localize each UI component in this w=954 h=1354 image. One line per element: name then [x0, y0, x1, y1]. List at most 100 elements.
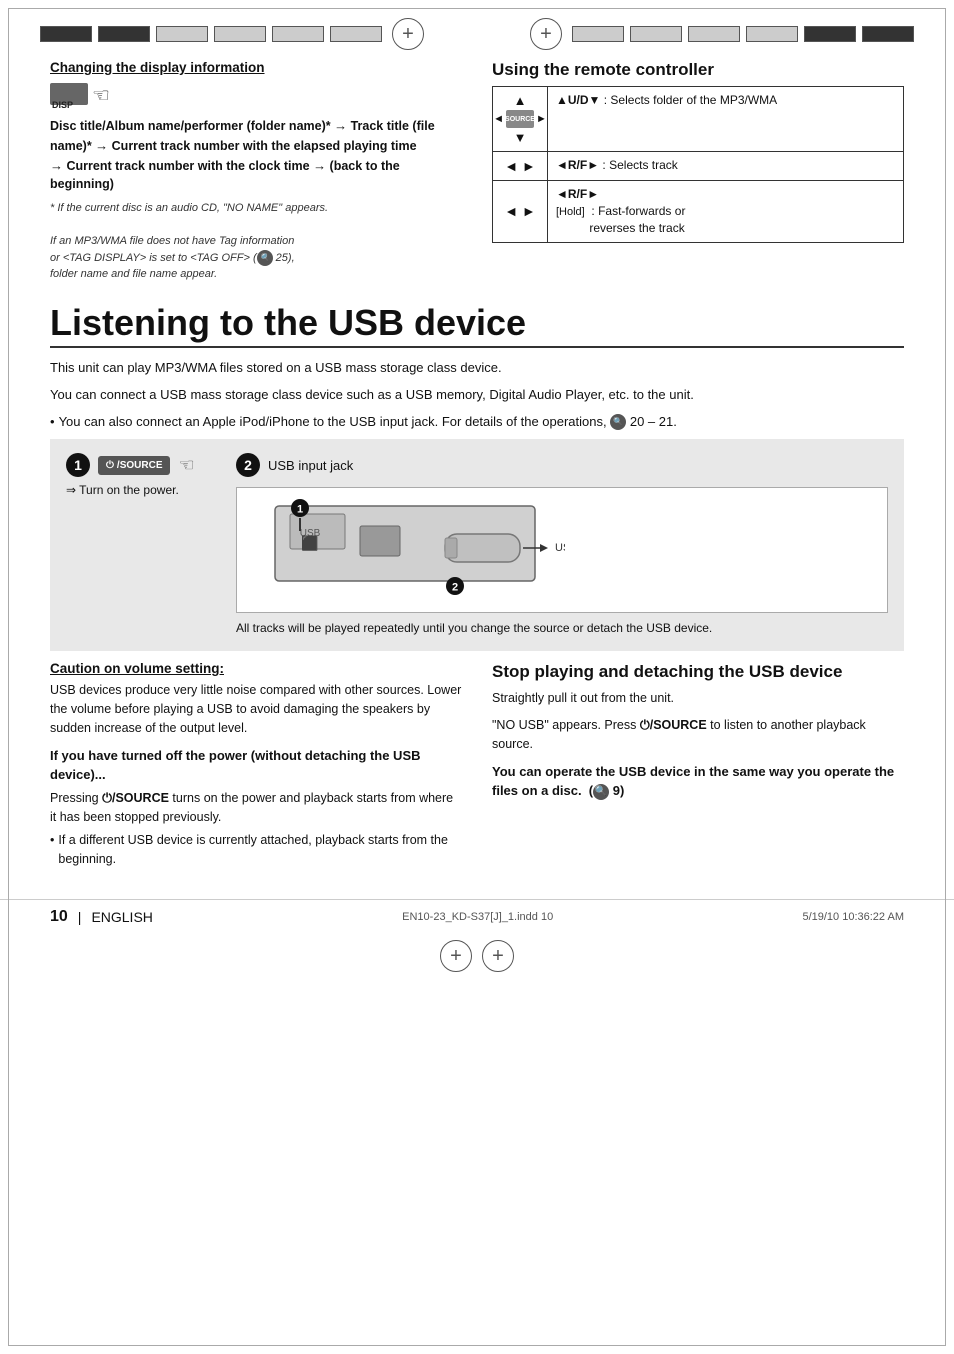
remote-row-rf2: ◄ ► ◄R/F► [Hold] : Fast-forwards or reve…	[493, 181, 903, 242]
stop-text-2: "NO USB" appears. Press ⏻/SOURCE to list…	[492, 716, 904, 754]
page-number: 10	[50, 908, 68, 926]
mark-box-1	[40, 26, 92, 42]
mark-box-3	[156, 26, 208, 42]
rc-lr-icon: ◄ ►	[504, 158, 536, 174]
left-column: Changing the display information DISP ☜ …	[50, 60, 462, 283]
sub-heading-power-off: If you have turned off the power (withou…	[50, 747, 462, 783]
page-num-area: 10 | ENGLISH	[50, 908, 153, 926]
remote-title: Using the remote controller	[492, 60, 904, 80]
remote-desc-ud: ▲U/D▼ : Selects folder of the MP3/WMA	[548, 87, 903, 151]
step2-circle: 2	[236, 453, 260, 477]
steps-area: 1 ⏻ /SOURCE ☜ ⇒ Turn on the power. 2 USB…	[50, 439, 904, 651]
usb-section-title: Listening to the USB device	[50, 303, 904, 349]
intro-text-2: You can connect a USB mass storage class…	[50, 385, 904, 406]
footer-date: 5/19/10 10:36:22 AM	[802, 911, 904, 923]
usb-input-jack-label: USB input jack	[268, 458, 353, 473]
stop-playing-title: Stop playing and detaching the USB devic…	[492, 661, 904, 683]
mark-box-8	[630, 26, 682, 42]
svg-text:1: 1	[297, 504, 303, 516]
crosshair-right	[530, 18, 562, 50]
intro-text-1: This unit can play MP3/WMA files stored …	[50, 358, 904, 379]
top-marks	[0, 0, 954, 50]
step2-header: 2 USB input jack	[236, 453, 888, 477]
step2-note: All tracks will be played repeatedly unt…	[236, 619, 888, 637]
bullet-dot-2: •	[50, 831, 54, 869]
footer-file-ref: EN10-23_KD-S37[J]_1.indd 10	[402, 911, 553, 923]
usb-diagram: USB ⬛ 1 2	[236, 487, 888, 613]
bullet-different-usb: • If a different USB device is currently…	[50, 831, 462, 869]
bullet-ref: 20 – 21.	[630, 414, 677, 429]
bold-note: You can operate the USB device in the sa…	[492, 762, 904, 801]
intro-bullet: • You can also connect an Apple iPod/iPh…	[50, 412, 904, 432]
rc-source-btn: SOURCE	[506, 110, 534, 128]
body-text-power: Pressing ⏻/SOURCE turns on the power and…	[50, 789, 462, 827]
step-2: 2 USB input jack USB ⬛ 1	[236, 453, 888, 637]
mark-box-7	[572, 26, 624, 42]
source-label: /SOURCE	[117, 460, 163, 471]
rc-ud-diagram: ▲ ◄ SOURCE ► ▼	[493, 93, 547, 145]
remote-row-rf1: ◄ ► ◄R/F► : Selects track	[493, 152, 903, 181]
remote-desc-rf2: ◄R/F► [Hold] : Fast-forwards or reverses…	[548, 181, 903, 242]
rc-up-arrow: ▲	[514, 93, 527, 108]
search-ref-3-icon: 🔍	[593, 784, 609, 800]
disp-icon-area: DISP ☜	[50, 83, 110, 108]
mark-box-4	[214, 26, 266, 42]
disp-label: DISP	[52, 100, 73, 110]
search-ref-icon: 🔍	[257, 250, 273, 266]
caution-title: Caution on volume setting:	[50, 661, 462, 676]
remote-table: ▲ ◄ SOURCE ► ▼ ▲U/D▼ : Selects folder of…	[492, 86, 904, 243]
mark-box-5	[272, 26, 324, 42]
mark-right	[572, 26, 914, 42]
mark-box-9	[688, 26, 740, 42]
bottom-marks	[0, 934, 954, 978]
bottom-left: Caution on volume setting: USB devices p…	[50, 661, 462, 869]
stop-text-1: Straightly pull it out from the unit.	[492, 689, 904, 708]
hand-pointer-icon: ☜	[92, 83, 110, 108]
step1-circle: 1	[66, 453, 90, 477]
mark-left	[40, 26, 382, 42]
section-title-display: Changing the display information	[50, 60, 462, 75]
rc-middle: ◄ SOURCE ►	[493, 110, 547, 128]
caution-text: USB devices produce very little noise co…	[50, 681, 462, 737]
bullet-text-2: If a different USB device is currently a…	[58, 831, 462, 869]
mark-box-12	[862, 26, 914, 42]
right-column: Using the remote controller ▲ ◄ SOURCE ►…	[492, 60, 904, 283]
mark-box-10	[746, 26, 798, 42]
remote-icon-rf2: ◄ ►	[493, 181, 548, 242]
step-1: 1 ⏻ /SOURCE ☜ ⇒ Turn on the power.	[66, 453, 216, 497]
source-button-big: ⏻ /SOURCE	[98, 456, 170, 475]
footer: 10 | ENGLISH EN10-23_KD-S37[J]_1.indd 10…	[0, 899, 954, 934]
search-ref-2-icon: 🔍	[610, 414, 626, 430]
remote-row-ud: ▲ ◄ SOURCE ► ▼ ▲U/D▼ : Selects folder of…	[493, 87, 903, 152]
svg-text:USB memory: USB memory	[555, 542, 565, 554]
power-icon: ⏻	[106, 460, 114, 471]
bullet-dot: •	[50, 412, 55, 432]
remote-icon-ud: ▲ ◄ SOURCE ► ▼	[493, 87, 548, 151]
rc-lr-hold-icon: ◄ ►	[504, 203, 536, 219]
bottom-right: Stop playing and detaching the USB devic…	[492, 661, 904, 869]
crosshair-left	[392, 18, 424, 50]
display-flow-text: Disc title/Album name/performer (folder …	[50, 116, 462, 194]
hand-icon-step1: ☜	[178, 455, 194, 476]
svg-text:⬛: ⬛	[301, 535, 318, 552]
top-section: Changing the display information DISP ☜ …	[50, 60, 904, 283]
rc-down-arrow: ▼	[514, 130, 527, 145]
bottom-section: Caution on volume setting: USB devices p…	[50, 661, 904, 869]
rc-right-arrow: ►	[536, 113, 547, 125]
mark-box-6	[330, 26, 382, 42]
usb-section: Listening to the USB device This unit ca…	[50, 293, 904, 869]
language-label: ENGLISH	[91, 909, 152, 925]
mark-box-2	[98, 26, 150, 42]
note-audio-cd: * If the current disc is an audio CD, "N…	[50, 200, 462, 283]
step1-header: 1 ⏻ /SOURCE ☜	[66, 453, 195, 477]
svg-text:2: 2	[452, 582, 458, 594]
remote-desc-rf1: ◄R/F► : Selects track	[548, 152, 903, 180]
step1-desc: ⇒ Turn on the power.	[66, 483, 179, 497]
usb-svg: USB ⬛ 1 2	[245, 496, 565, 601]
mark-box-11	[804, 26, 856, 42]
remote-icon-rf1: ◄ ►	[493, 152, 548, 180]
rc-left-arrow: ◄	[493, 113, 504, 125]
main-content: Changing the display information DISP ☜ …	[0, 50, 954, 889]
crosshair-bottom-left	[440, 940, 472, 972]
divider: |	[78, 909, 82, 925]
